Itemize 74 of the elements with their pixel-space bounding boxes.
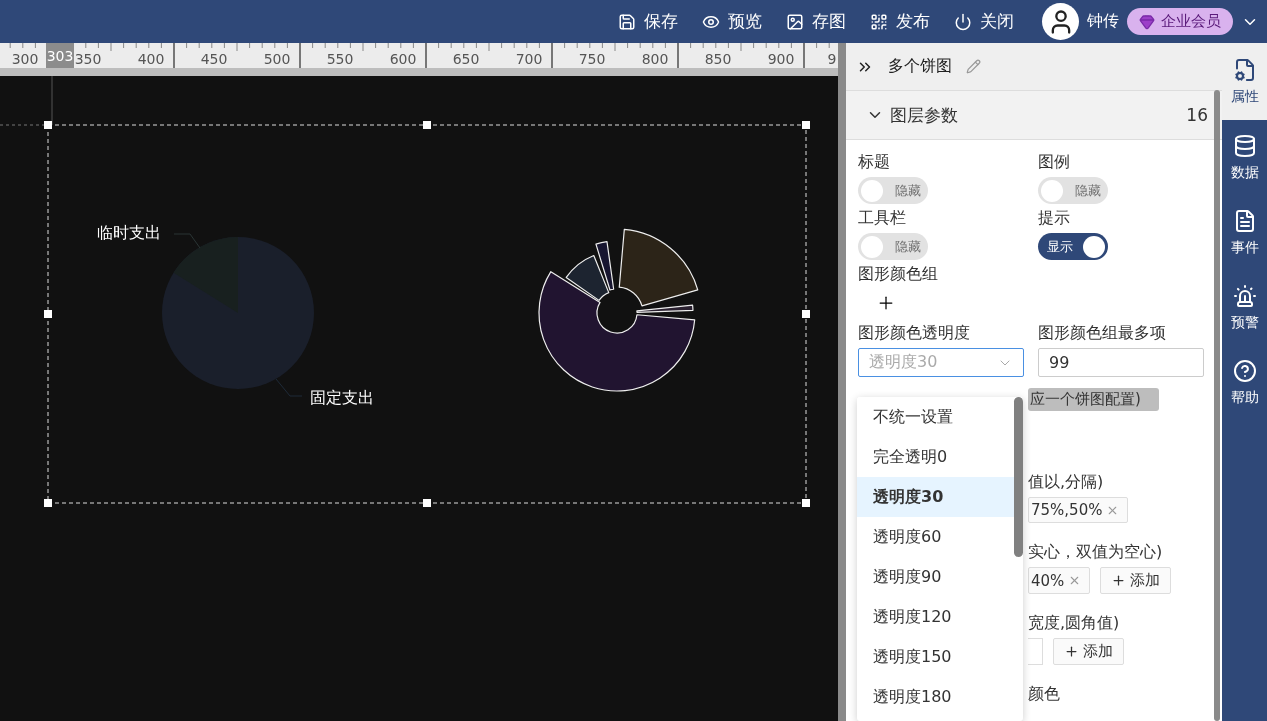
image-icon (786, 12, 804, 31)
section-count: 16 (1186, 105, 1208, 125)
user-avatar[interactable] (1042, 3, 1079, 40)
sidebar-tab[interactable]: 预警 (1222, 270, 1267, 345)
edit-icon[interactable] (966, 59, 981, 74)
ruler-label: 300 (11, 51, 39, 67)
ruler-label: 400 (137, 51, 165, 67)
dropdown-option[interactable]: 透明度180 (857, 677, 1023, 717)
ruler-label: 600 (389, 51, 417, 67)
toggle-switch[interactable]: 隐藏 (858, 177, 928, 204)
alert-icon (1232, 283, 1257, 308)
ruler-label: 900 (767, 51, 795, 67)
save-icon (618, 12, 636, 31)
plus-icon (1064, 644, 1079, 659)
input-field[interactable]: 99 (1038, 348, 1204, 377)
ruler-label: 750 (578, 51, 606, 67)
input-field[interactable] (1028, 638, 1043, 665)
selection-frame[interactable] (44, 121, 810, 507)
toolbar-button[interactable]: 关闭 (954, 10, 1014, 33)
toggle-switch[interactable]: 隐藏 (1038, 177, 1108, 204)
data-icon (1232, 133, 1257, 158)
ruler-label: 9 (827, 51, 837, 67)
dropdown-option[interactable]: 透明度60 (857, 517, 1023, 557)
field-label: 图形颜色组 (858, 263, 939, 285)
scrollbar[interactable] (1014, 397, 1023, 557)
hint-text: 应一个饼图配置) (1028, 388, 1159, 411)
ruler-label: 800 (641, 51, 669, 67)
dropdown-option[interactable]: 透明度90 (857, 557, 1023, 597)
dropdown-option[interactable]: 透明度150 (857, 637, 1023, 677)
sidebar-tab[interactable]: 帮助 (1222, 345, 1267, 420)
toggle-switch[interactable]: 显示 (1038, 233, 1108, 260)
field-label: 颜色 (1028, 683, 1061, 705)
membership-badge: 企业会员 (1127, 8, 1233, 35)
field-label: 提示 (1038, 207, 1071, 229)
toolbar-button[interactable]: 发布 (870, 10, 930, 33)
ruler-label: 350 (74, 51, 102, 67)
help-icon (1232, 358, 1257, 383)
sidebar-tab[interactable]: 数据 (1222, 120, 1267, 195)
user-name: 钟传 (1087, 11, 1119, 32)
guide-lines (0, 76, 53, 126)
section-title: 图层参数 (890, 103, 958, 127)
sidebar-tab[interactable]: 事件 (1222, 195, 1267, 270)
value-tag: 40% (1028, 567, 1091, 594)
section-header[interactable]: 图层参数 16 (846, 90, 1222, 140)
field-label: 值以,分隔) (1028, 471, 1105, 493)
add-button[interactable]: 添加 (1053, 638, 1124, 665)
field-label: 图形颜色透明度 (858, 322, 971, 344)
scrollbar[interactable] (1214, 90, 1220, 721)
panel-title: 多个饼图 (888, 56, 952, 77)
sidebar-tab[interactable]: 属性 (1222, 43, 1267, 120)
field-label: 图形颜色组最多项 (1038, 322, 1167, 344)
gem-icon (1139, 13, 1155, 30)
dropdown-option[interactable]: 透明度120 (857, 597, 1023, 637)
ruler-label: 700 (515, 51, 543, 67)
pie-label: 固定支出 (310, 388, 374, 407)
ruler-label: 450 (200, 51, 228, 67)
field-label: 工具栏 (858, 207, 907, 229)
toolbar-button[interactable]: 保存 (618, 10, 678, 33)
ruler-label: 550 (326, 51, 354, 67)
field-label: 标题 (858, 151, 891, 173)
field-label: 宽度,圆角值) (1028, 612, 1121, 634)
ruler-label: 650 (452, 51, 480, 67)
ruler-label: 850 (704, 51, 732, 67)
plus-icon (1111, 573, 1127, 588)
toggle-switch[interactable]: 隐藏 (858, 233, 928, 260)
ruler-label: 500 (263, 51, 291, 67)
ruler-marker: 303 (46, 43, 74, 68)
add-button[interactable]: 添加 (1100, 567, 1172, 594)
field-label: 实心，双值为空心) (1028, 541, 1164, 563)
toolbar-button[interactable]: 存图 (786, 10, 846, 33)
pie-label: 临时支出 (97, 223, 161, 242)
toolbar-button[interactable]: 预览 (702, 10, 762, 33)
value-tag: 75%,50% (1028, 497, 1129, 523)
field-label: 图例 (1038, 151, 1071, 173)
